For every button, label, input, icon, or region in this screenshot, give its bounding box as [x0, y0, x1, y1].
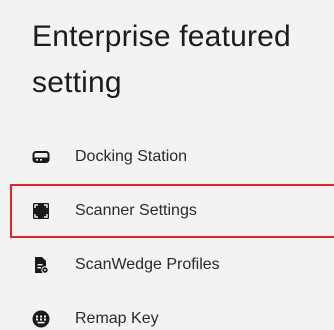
scanner-icon — [32, 202, 50, 220]
docking-station-icon — [32, 148, 50, 166]
menu-item-label: Docking Station — [75, 148, 188, 165]
settings-page: Enterprise featured setting Docking Stat… — [0, 0, 334, 330]
menu-item-label: ScanWedge Profiles — [75, 256, 220, 273]
scanwedge-profile-icon — [32, 256, 50, 274]
menu-item-label: Remap Key — [75, 310, 159, 327]
menu-item-remap-key[interactable]: Remap Key — [0, 292, 334, 330]
keyboard-icon — [32, 310, 50, 328]
menu-item-docking-station[interactable]: Docking Station — [0, 130, 334, 184]
menu-item-scanwedge-profiles[interactable]: ScanWedge Profiles — [0, 238, 334, 292]
settings-list: Docking Station Scanner Settings ScanWed… — [0, 130, 334, 330]
page-title: Enterprise featured setting — [32, 20, 291, 99]
menu-item-label: Scanner Settings — [75, 202, 197, 219]
menu-item-scanner-settings[interactable]: Scanner Settings — [10, 184, 334, 238]
